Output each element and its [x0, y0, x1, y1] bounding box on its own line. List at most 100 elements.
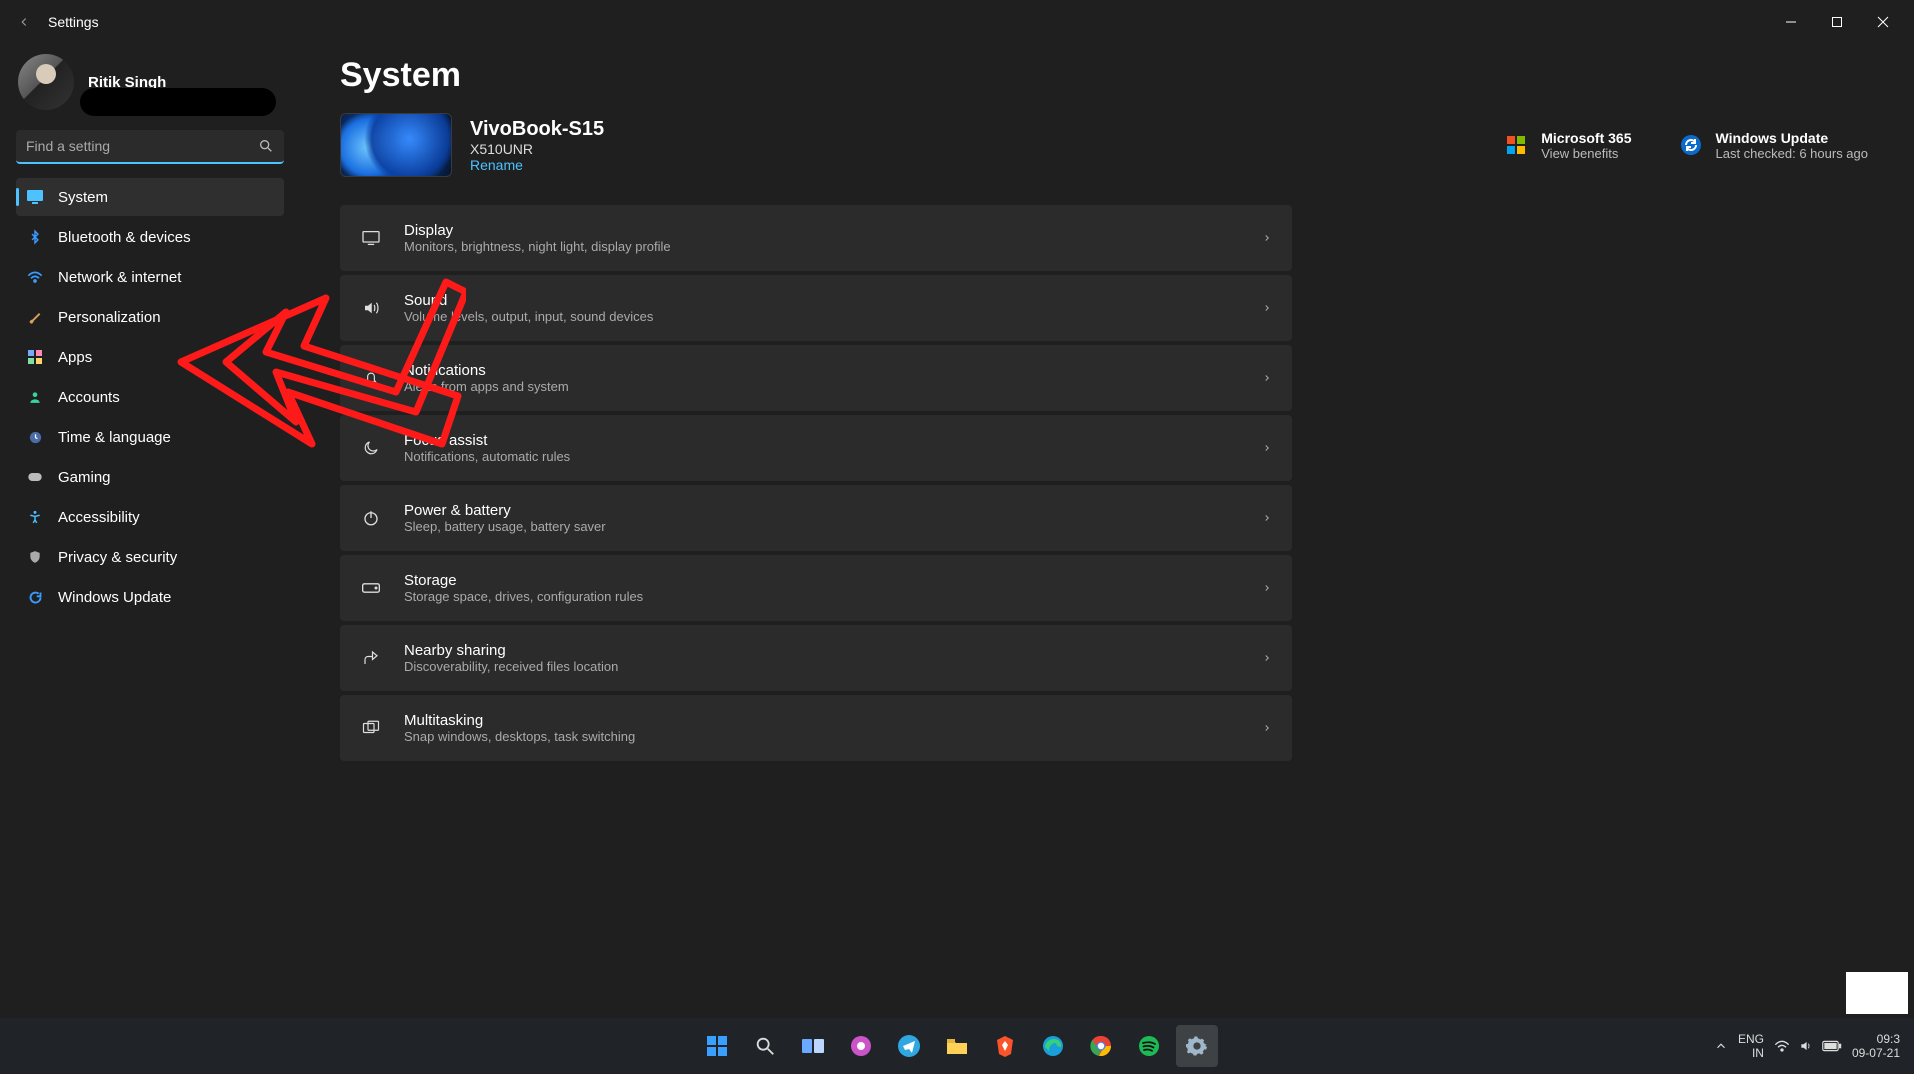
sidebar-item-label: Accounts: [58, 389, 120, 406]
back-button[interactable]: [8, 6, 40, 38]
card-sub: Discoverability, received files location: [404, 659, 618, 674]
card-multitasking[interactable]: MultitaskingSnap windows, desktops, task…: [340, 695, 1292, 761]
clock-icon: [26, 428, 44, 446]
chevron-right-icon: [1262, 511, 1272, 525]
card-power[interactable]: Power & batterySleep, battery usage, bat…: [340, 485, 1292, 551]
quick-title: Windows Update: [1716, 130, 1869, 146]
wifi-icon: [26, 268, 44, 286]
display-icon: [360, 230, 382, 246]
close-button[interactable]: [1860, 6, 1906, 38]
card-sub: Monitors, brightness, night light, displ…: [404, 239, 671, 254]
storage-icon: [360, 582, 382, 594]
card-title: Sound: [404, 292, 653, 309]
sound-icon: [360, 299, 382, 317]
device-bar: VivoBook-S15 X510UNR Rename Microsoft 36…: [340, 113, 1868, 177]
m365-icon: [1505, 134, 1527, 156]
quick-sub: Last checked: 6 hours ago: [1716, 146, 1869, 161]
sidebar: Ritik Singh System Bluetooth & devices N…: [0, 44, 300, 1032]
card-title: Multitasking: [404, 712, 635, 729]
search-icon: [258, 138, 274, 154]
sidebar-item-privacy[interactable]: Privacy & security: [16, 538, 284, 576]
card-nearby[interactable]: Nearby sharingDiscoverability, received …: [340, 625, 1292, 691]
card-title: Power & battery: [404, 502, 606, 519]
shield-icon: [26, 548, 44, 566]
sidebar-item-time[interactable]: Time & language: [16, 418, 284, 456]
card-title: Notifications: [404, 362, 569, 379]
sidebar-item-bluetooth[interactable]: Bluetooth & devices: [16, 218, 284, 256]
card-sub: Alerts from apps and system: [404, 379, 569, 394]
card-sub: Storage space, drives, configuration rul…: [404, 589, 643, 604]
search-box[interactable]: [16, 130, 284, 164]
taskbar-app-settings[interactable]: [1176, 1025, 1218, 1067]
card-display[interactable]: DisplayMonitors, brightness, night light…: [340, 205, 1292, 271]
taskbar-app-edge[interactable]: [1032, 1025, 1074, 1067]
quick-m365[interactable]: Microsoft 365 View benefits: [1505, 130, 1631, 161]
window-title: Settings: [48, 14, 99, 30]
taskbar-app-explorer[interactable]: [936, 1025, 978, 1067]
accessibility-icon: [26, 508, 44, 526]
quick-title: Microsoft 365: [1541, 130, 1631, 146]
multitask-icon: [360, 720, 382, 736]
sidebar-item-label: Accessibility: [58, 509, 140, 526]
search-input[interactable]: [16, 130, 284, 164]
sidebar-item-accessibility[interactable]: Accessibility: [16, 498, 284, 536]
card-title: Display: [404, 222, 671, 239]
chevron-right-icon: [1262, 231, 1272, 245]
avatar: [18, 54, 74, 110]
sidebar-item-personalization[interactable]: Personalization: [16, 298, 284, 336]
redacted-email: [80, 88, 276, 116]
taskbar-app-telegram[interactable]: [888, 1025, 930, 1067]
battery-tray-icon[interactable]: [1822, 1040, 1842, 1052]
taskbar-app-brave[interactable]: [984, 1025, 1026, 1067]
sidebar-item-label: Privacy & security: [58, 549, 177, 566]
brush-icon: [26, 308, 44, 326]
taskbar-center: [696, 1025, 1218, 1067]
device-thumbnail: [340, 113, 452, 177]
sidebar-item-label: Bluetooth & devices: [58, 229, 191, 246]
rename-link[interactable]: Rename: [470, 157, 604, 173]
start-button[interactable]: [696, 1025, 738, 1067]
main-content: System VivoBook-S15 X510UNR Rename Micro…: [300, 44, 1914, 1032]
chevron-right-icon: [1262, 721, 1272, 735]
chevron-right-icon: [1262, 581, 1272, 595]
card-notifications[interactable]: NotificationsAlerts from apps and system: [340, 345, 1292, 411]
chevron-right-icon: [1262, 371, 1272, 385]
wifi-tray-icon[interactable]: [1774, 1039, 1790, 1053]
card-sub: Sleep, battery usage, battery saver: [404, 519, 606, 534]
minimize-button[interactable]: [1768, 6, 1814, 38]
sidebar-item-apps[interactable]: Apps: [16, 338, 284, 376]
clock[interactable]: 09:3 09-07-21: [1852, 1032, 1900, 1060]
sidebar-item-accounts[interactable]: Accounts: [16, 378, 284, 416]
taskbar-app-chrome[interactable]: [1080, 1025, 1122, 1067]
sidebar-item-update[interactable]: Windows Update: [16, 578, 284, 616]
taskbar: ENG IN 09:3 09-07-21: [0, 1018, 1914, 1074]
sidebar-item-label: Time & language: [58, 429, 171, 446]
quick-sub: View benefits: [1541, 146, 1631, 161]
card-sound[interactable]: SoundVolume levels, output, input, sound…: [340, 275, 1292, 341]
card-focus[interactable]: Focus assistNotifications, automatic rul…: [340, 415, 1292, 481]
volume-tray-icon[interactable]: [1798, 1039, 1814, 1053]
taskview-button[interactable]: [792, 1025, 834, 1067]
quick-update[interactable]: Windows Update Last checked: 6 hours ago: [1680, 130, 1869, 161]
tray-chevron-icon[interactable]: [1714, 1039, 1728, 1053]
sidebar-item-system[interactable]: System: [16, 178, 284, 216]
update-icon: [26, 588, 44, 606]
sidebar-item-network[interactable]: Network & internet: [16, 258, 284, 296]
sidebar-item-gaming[interactable]: Gaming: [16, 458, 284, 496]
maximize-button[interactable]: [1814, 6, 1860, 38]
bluetooth-icon: [26, 228, 44, 246]
titlebar: Settings: [0, 0, 1914, 44]
sidebar-item-label: Apps: [58, 349, 92, 366]
page-title: System: [340, 56, 1868, 95]
taskbar-app-spotify[interactable]: [1128, 1025, 1170, 1067]
taskbar-app-1[interactable]: [840, 1025, 882, 1067]
apps-icon: [26, 348, 44, 366]
chevron-right-icon: [1262, 651, 1272, 665]
search-button[interactable]: [744, 1025, 786, 1067]
sidebar-item-label: Windows Update: [58, 589, 171, 606]
card-storage[interactable]: StorageStorage space, drives, configurat…: [340, 555, 1292, 621]
sidebar-item-label: Personalization: [58, 309, 161, 326]
user-block[interactable]: Ritik Singh: [16, 50, 284, 124]
card-title: Storage: [404, 572, 643, 589]
language-indicator[interactable]: ENG IN: [1738, 1032, 1764, 1060]
